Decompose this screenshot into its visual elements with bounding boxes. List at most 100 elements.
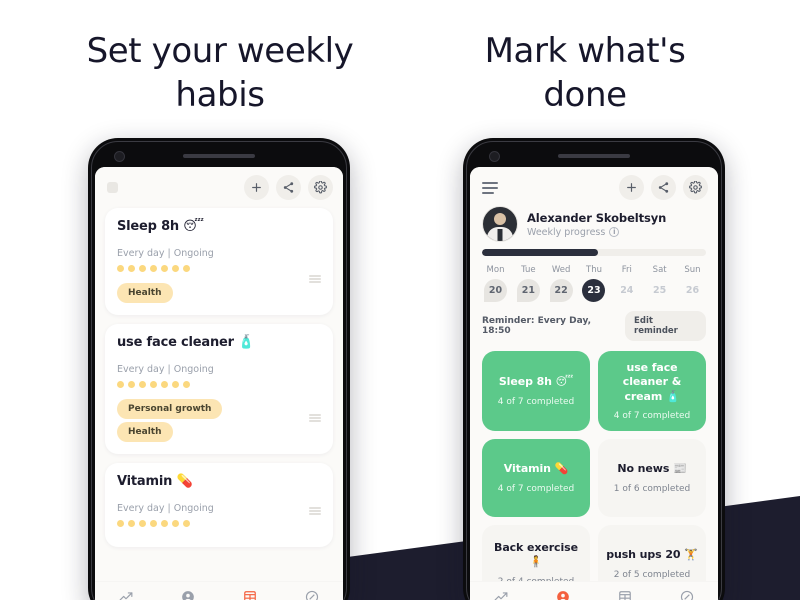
hamburger-menu-icon[interactable] <box>482 181 498 194</box>
day-dot[interactable] <box>183 381 190 388</box>
drag-handle[interactable] <box>309 414 321 422</box>
habit-tile[interactable]: Vitamin 💊 4 of 7 completed <box>482 438 590 517</box>
profile-text: Alexander Skobeltsyn Weekly progress i <box>527 211 706 238</box>
header-left-icons <box>482 181 498 194</box>
day-dot[interactable] <box>172 265 179 272</box>
nav-profile-icon[interactable] <box>173 586 203 600</box>
day-number[interactable]: 20 <box>484 279 507 302</box>
day-dot[interactable] <box>161 520 168 527</box>
camera-icon <box>114 151 125 162</box>
nav-explore-icon[interactable] <box>297 586 327 600</box>
day-dot[interactable] <box>161 381 168 388</box>
nav-stats-icon[interactable] <box>111 586 141 600</box>
day-dot[interactable] <box>183 520 190 527</box>
habit-tile-progress: 4 of 7 completed <box>497 483 575 494</box>
week-day-mon[interactable]: Mon 20 <box>482 265 509 302</box>
day-dot[interactable] <box>117 520 124 527</box>
nav-habits-icon[interactable] <box>235 586 265 600</box>
day-number[interactable]: 24 <box>615 279 638 302</box>
nav-stats-icon[interactable] <box>486 586 516 600</box>
habit-tile-title: No news 📰 <box>617 462 687 476</box>
day-dot[interactable] <box>172 381 179 388</box>
habit-schedule: Every day | Ongoing <box>117 503 214 514</box>
habit-title: use face cleaner 🧴 <box>117 335 255 350</box>
week-day-strip: Mon 20 Tue 21 Wed 22 Thu 23 Fri 24 Sat 25 Sun 26 <box>482 265 706 302</box>
add-button[interactable] <box>244 175 269 200</box>
weekly-progress-label-row: Weekly progress i <box>527 227 706 238</box>
nav-profile-icon[interactable] <box>548 586 578 600</box>
week-day-wed[interactable]: Wed 22 <box>548 265 575 302</box>
habit-day-dots <box>117 265 321 272</box>
phone-screen-left: Sleep 8h 😴 Every day | Ongoing Health use f… <box>95 167 343 600</box>
habit-card[interactable]: use face cleaner 🧴 Every day | Ongoing Per… <box>105 324 333 454</box>
day-dot[interactable] <box>183 265 190 272</box>
phone-mockup-left: Sleep 8h 😴 Every day | Ongoing Health use f… <box>88 138 350 600</box>
share-button[interactable] <box>276 175 301 200</box>
day-dot[interactable] <box>139 265 146 272</box>
habit-schedule: Every day | Ongoing <box>117 248 214 259</box>
plus-icon <box>627 183 636 192</box>
nav-explore-icon[interactable] <box>672 586 702 600</box>
day-dot[interactable] <box>128 381 135 388</box>
day-number[interactable]: 22 <box>549 279 573 302</box>
habit-schedule: Every day | Ongoing <box>117 364 214 375</box>
week-day-thu[interactable]: Thu 23 <box>580 265 607 302</box>
habit-card[interactable]: Vitamin 💊 Every day | Ongoing <box>105 463 333 547</box>
square-placeholder-icon[interactable] <box>107 182 118 193</box>
habit-tag[interactable]: Personal growth <box>117 399 223 419</box>
habit-tile[interactable]: use face cleaner & cream 🧴 4 of 7 complet… <box>598 351 706 431</box>
week-day-sun[interactable]: Sun 26 <box>679 265 706 302</box>
avatar[interactable] <box>482 206 518 242</box>
day-number[interactable]: 21 <box>516 279 540 302</box>
day-dot[interactable] <box>117 381 124 388</box>
phone-mockup-right: Alexander Skobeltsyn Weekly progress i M… <box>463 138 725 600</box>
habit-tile-progress: 1 of 6 completed <box>613 483 691 494</box>
day-name: Fri <box>621 265 632 275</box>
day-number[interactable]: 26 <box>681 279 704 302</box>
share-button[interactable] <box>651 175 676 200</box>
habit-tag[interactable]: Health <box>117 422 173 442</box>
habit-tile[interactable]: Sleep 8h 😴 4 of 7 completed <box>482 351 590 431</box>
camera-icon <box>489 151 500 162</box>
add-button[interactable] <box>619 175 644 200</box>
week-day-tue[interactable]: Tue 21 <box>515 265 542 302</box>
habit-day-dots <box>117 381 321 388</box>
day-dot[interactable] <box>150 520 157 527</box>
day-dot[interactable] <box>161 265 168 272</box>
drag-handle[interactable] <box>309 275 321 283</box>
day-dot[interactable] <box>139 520 146 527</box>
habit-tiles-grid: Sleep 8h 😴 4 of 7 completed use face clean… <box>470 341 718 600</box>
drag-handle[interactable] <box>309 507 321 515</box>
info-icon[interactable]: i <box>609 227 620 237</box>
habit-tag[interactable]: Health <box>117 283 173 303</box>
day-name: Sat <box>652 265 667 275</box>
profile-block: Alexander Skobeltsyn Weekly progress i M… <box>470 204 718 341</box>
settings-button[interactable] <box>308 175 333 200</box>
day-dot[interactable] <box>150 381 157 388</box>
plus-icon <box>252 183 261 192</box>
week-day-fri[interactable]: Fri 24 <box>613 265 640 302</box>
day-number[interactable]: 25 <box>648 279 671 302</box>
share-icon <box>658 182 669 193</box>
day-dot[interactable] <box>128 520 135 527</box>
bottom-nav-right <box>470 581 718 600</box>
nav-habits-icon[interactable] <box>610 586 640 600</box>
week-day-sat[interactable]: Sat 25 <box>646 265 673 302</box>
day-dot[interactable] <box>150 265 157 272</box>
header-actions-right <box>619 175 708 200</box>
day-dot[interactable] <box>128 265 135 272</box>
day-name: Sun <box>684 265 701 275</box>
day-name: Mon <box>486 265 505 275</box>
edit-reminder-button[interactable]: Edit reminder <box>625 311 706 341</box>
habit-card[interactable]: Sleep 8h 😴 Every day | Ongoing Health <box>105 208 333 315</box>
day-number[interactable]: 23 <box>582 279 606 302</box>
share-icon <box>283 182 294 193</box>
day-dot[interactable] <box>172 520 179 527</box>
day-dot[interactable] <box>117 265 124 272</box>
gear-icon <box>314 181 327 194</box>
habit-tile[interactable]: No news 📰 1 of 6 completed <box>598 438 706 517</box>
settings-button[interactable] <box>683 175 708 200</box>
habit-tile-title: Back exercise 🧍 <box>494 541 578 569</box>
day-dot[interactable] <box>139 381 146 388</box>
habit-day-dots <box>117 520 321 527</box>
